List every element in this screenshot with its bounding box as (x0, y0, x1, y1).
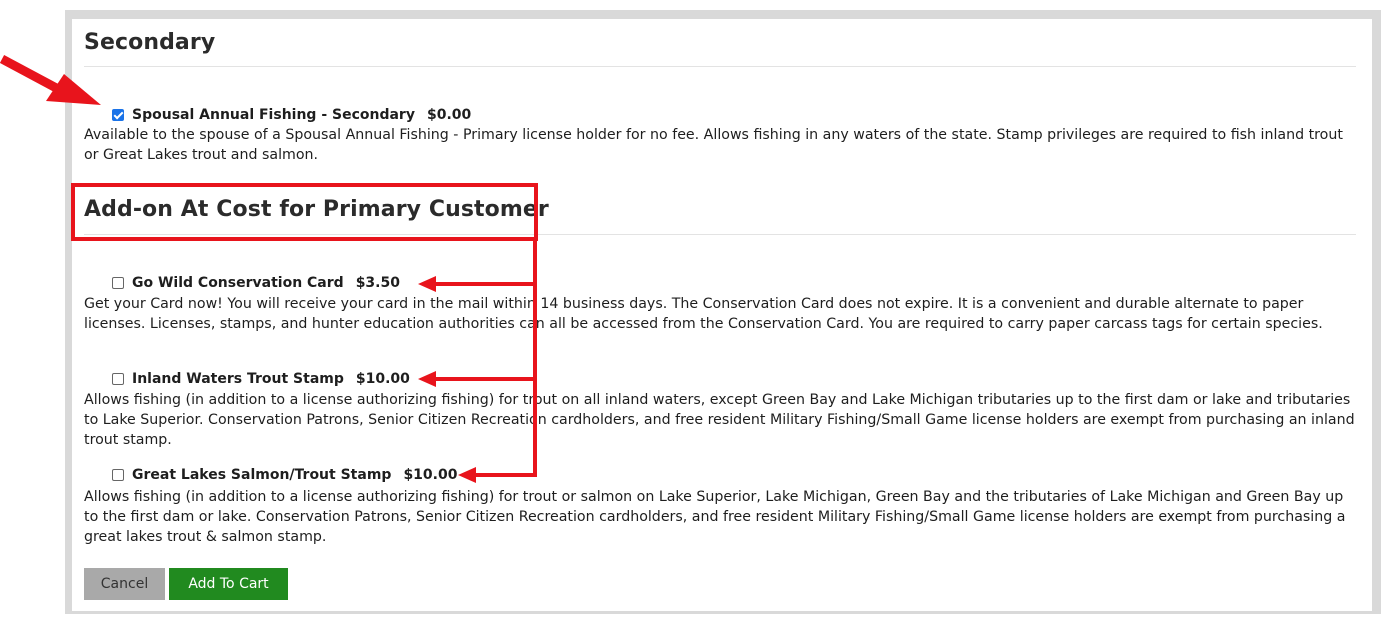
great-lakes-stamp-name: Great Lakes Salmon/Trout Stamp (132, 467, 392, 483)
addon-item-row[interactable]: Go Wild Conservation Card $3.50 (112, 275, 400, 291)
addon-item-row[interactable]: Great Lakes Salmon/Trout Stamp $10.00 (112, 467, 457, 483)
addon-item-row[interactable]: Inland Waters Trout Stamp $10.00 (112, 371, 410, 387)
go-wild-card-description: Get your Card now! You will receive your… (84, 296, 1323, 332)
inland-trout-stamp-description: Allows fishing (in addition to a license… (84, 392, 1355, 448)
great-lakes-stamp-description: Allows fishing (in addition to a license… (84, 489, 1346, 545)
spousal-secondary-name: Spousal Annual Fishing - Secondary (132, 107, 415, 123)
go-wild-card-name: Go Wild Conservation Card (132, 275, 344, 291)
inland-trout-stamp-name: Inland Waters Trout Stamp (132, 371, 344, 387)
secondary-divider (84, 66, 1356, 67)
great-lakes-stamp-checkbox[interactable] (112, 469, 124, 481)
inland-trout-stamp-price: $10.00 (355, 371, 410, 387)
spousal-secondary-checkbox[interactable] (112, 109, 124, 121)
addons-divider (84, 234, 1356, 235)
secondary-item-row[interactable]: Spousal Annual Fishing - Secondary $0.00 (112, 107, 471, 123)
great-lakes-stamp-price: $10.00 (403, 467, 458, 483)
spousal-secondary-price: $0.00 (426, 107, 472, 123)
go-wild-card-price: $3.50 (355, 275, 400, 291)
spousal-secondary-description: Available to the spouse of a Spousal Ann… (84, 127, 1343, 163)
cancel-button[interactable]: Cancel (84, 568, 165, 600)
add-to-cart-button[interactable]: Add To Cart (169, 568, 288, 600)
secondary-heading: Secondary (84, 30, 216, 55)
go-wild-card-checkbox[interactable] (112, 277, 124, 289)
addons-heading: Add-on At Cost for Primary Customer (84, 197, 549, 222)
inland-trout-stamp-checkbox[interactable] (112, 373, 124, 385)
